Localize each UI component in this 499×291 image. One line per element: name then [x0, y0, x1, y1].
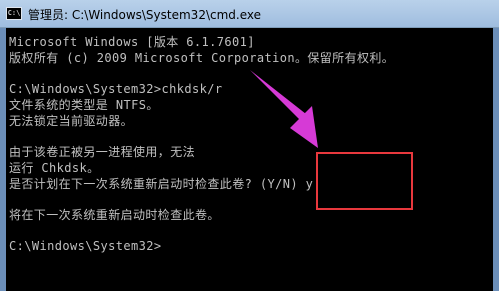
cmd-window: C:\ 管理员: C:\Windows\System32\cmd.exe Mic…	[0, 0, 499, 291]
console-prompt: C:\Windows\System32>	[9, 239, 162, 253]
console-line: C:\Windows\System32>chkdsk/r	[9, 82, 223, 96]
window-right-border	[493, 28, 499, 291]
window-title: 管理员: C:\Windows\System32\cmd.exe	[28, 8, 261, 22]
console-line: Microsoft Windows [版本 6.1.7601]	[9, 35, 255, 49]
console-line: 文件系统的类型是 NTFS。	[9, 98, 159, 112]
console-line: 无法锁定当前驱动器。	[9, 114, 134, 128]
console-line: 版权所有 (c) 2009 Microsoft Corporation。保留所有…	[9, 51, 395, 65]
console-line: 将在下一次系统重新启动时检查此卷。	[9, 208, 220, 222]
console-line: 是否计划在下一次系统重新启动时检查此卷? (Y/N) y	[9, 177, 314, 191]
cmd-icon: C:\	[6, 7, 22, 20]
title-bar[interactable]: C:\ 管理员: C:\Windows\System32\cmd.exe	[0, 0, 499, 28]
console-line: 由于该卷正被另一进程使用，无法	[9, 145, 196, 159]
console-line: 运行 Chkdsk。	[9, 161, 100, 175]
console-output[interactable]: Microsoft Windows [版本 6.1.7601] 版权所有 (c)…	[6, 28, 493, 291]
highlight-box	[316, 152, 413, 210]
